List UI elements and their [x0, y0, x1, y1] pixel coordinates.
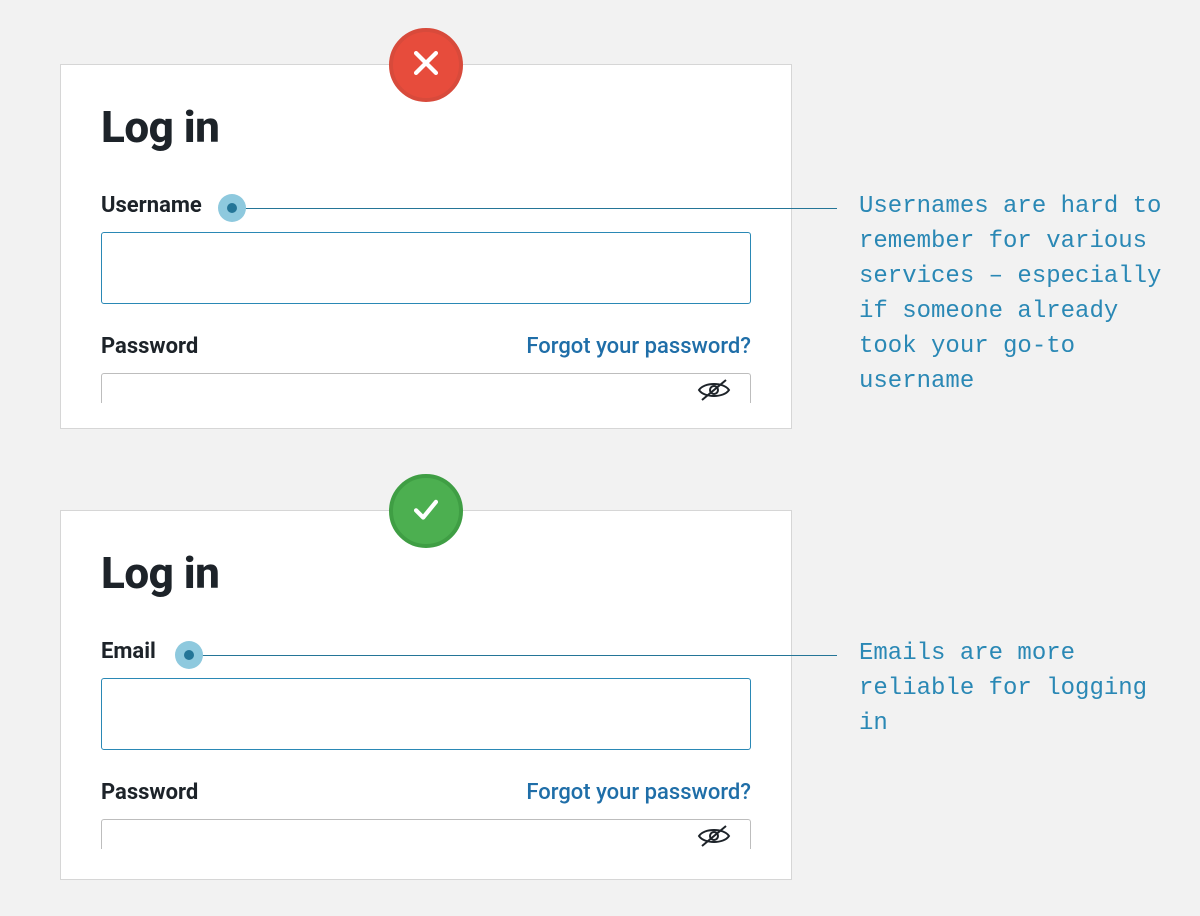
email-label: Email	[101, 639, 156, 664]
close-icon	[409, 46, 443, 84]
annotation-text-bad: Usernames are hard to remember for vario…	[859, 189, 1179, 399]
password-input-preview[interactable]	[101, 819, 751, 849]
password-label: Password	[101, 780, 198, 805]
forgot-password-link[interactable]: Forgot your password?	[526, 334, 751, 359]
password-input-preview[interactable]	[101, 373, 751, 403]
annotation-marker	[175, 641, 203, 669]
good-example-card: Log in Email Password Forgot your passwo…	[60, 510, 792, 880]
annotation-marker	[218, 194, 246, 222]
username-field-block: Username	[101, 193, 751, 304]
check-icon	[409, 492, 443, 530]
eye-slash-icon	[696, 376, 732, 403]
username-label: Username	[101, 193, 202, 218]
annotation-connector	[191, 655, 837, 656]
login-title: Log in	[101, 547, 751, 599]
eye-slash-icon	[696, 822, 732, 849]
login-title: Log in	[101, 101, 751, 153]
username-input[interactable]	[101, 232, 751, 304]
annotation-connector	[234, 208, 837, 209]
email-input[interactable]	[101, 678, 751, 750]
x-badge	[389, 28, 463, 102]
forgot-password-link[interactable]: Forgot your password?	[526, 780, 751, 805]
bad-example-card: Log in Username Password Forgot your pas…	[60, 64, 792, 429]
annotation-text-good: Emails are more reliable for logging in	[859, 636, 1179, 741]
password-label: Password	[101, 334, 198, 359]
check-badge	[389, 474, 463, 548]
